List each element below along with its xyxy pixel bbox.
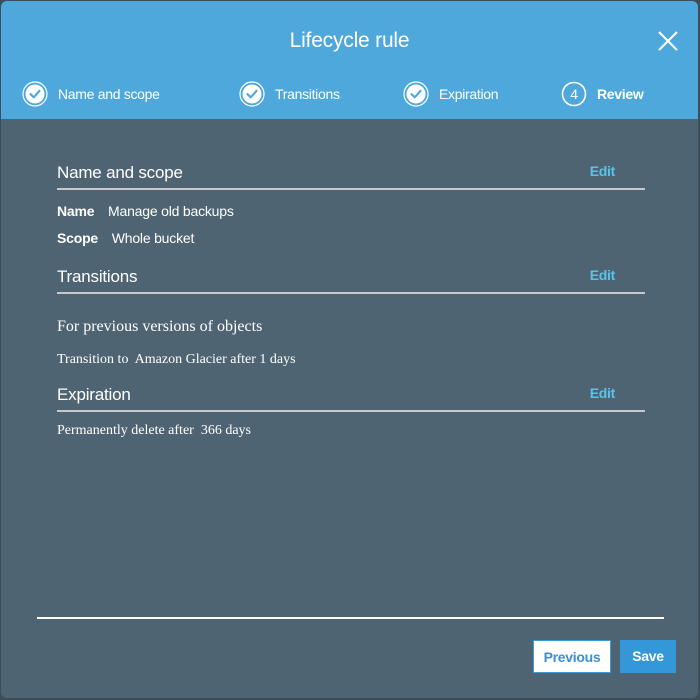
section-title: Expiration [57, 385, 131, 404]
scope-key: Scope [57, 230, 99, 246]
section-header: Name and scope Edit [57, 159, 645, 190]
name-row: Name Manage old backups [57, 203, 645, 219]
section-header: Expiration Edit [57, 381, 645, 412]
dialog-title: Lifecycle rule [289, 29, 410, 52]
dialog-header: Lifecycle rule Name and scope Transition… [1, 1, 698, 119]
expiration-rule: Permanently delete after 366 days [57, 423, 251, 438]
name-key: Name [57, 203, 95, 219]
step-review[interactable]: 4 Review [561, 81, 644, 107]
step-label: Expiration [439, 86, 499, 102]
transition-rule: Transition to Amazon Glacier after 1 day… [57, 352, 296, 367]
step-expiration[interactable]: Expiration [403, 81, 499, 107]
review-content: Name and scope Edit Name Manage old back… [57, 119, 645, 439]
section-expiration: Expiration Edit Permanently delete after… [57, 381, 645, 439]
edit-expiration-link[interactable]: Edit [590, 385, 616, 401]
transitions-subheading: For previous versions of objects [57, 318, 263, 335]
numbered-circle-icon: 4 [561, 81, 587, 107]
check-circle-icon [239, 81, 265, 107]
edit-name-and-scope-link[interactable]: Edit [590, 163, 616, 179]
check-circle-icon [403, 81, 429, 107]
step-transitions[interactable]: Transitions [239, 81, 340, 107]
wizard-steps: Name and scope Transitions Expiration 4 … [1, 81, 698, 109]
section-title: Transitions [57, 267, 138, 286]
section-name-and-scope: Name and scope Edit Name Manage old back… [57, 159, 645, 246]
close-button[interactable] [656, 29, 680, 53]
previous-button[interactable]: Previous [533, 640, 611, 673]
name-value: Manage old backups [108, 203, 234, 219]
footer-divider [37, 617, 664, 619]
section-transitions: Transitions Edit For previous versions o… [57, 263, 645, 368]
scope-row: Scope Whole bucket [57, 230, 645, 246]
section-title: Name and scope [57, 163, 183, 182]
step-number: 4 [570, 86, 578, 102]
save-button[interactable]: Save [620, 640, 676, 673]
lifecycle-rule-dialog: Lifecycle rule Name and scope Transition… [1, 1, 698, 698]
check-circle-icon [22, 81, 48, 107]
step-label: Name and scope [58, 86, 160, 102]
close-icon [658, 31, 678, 51]
step-label: Transitions [275, 86, 340, 102]
step-label: Review [597, 86, 644, 102]
scope-value: Whole bucket [111, 230, 195, 246]
step-name-and-scope[interactable]: Name and scope [22, 81, 160, 107]
section-header: Transitions Edit [57, 263, 645, 294]
edit-transitions-link[interactable]: Edit [590, 267, 616, 283]
